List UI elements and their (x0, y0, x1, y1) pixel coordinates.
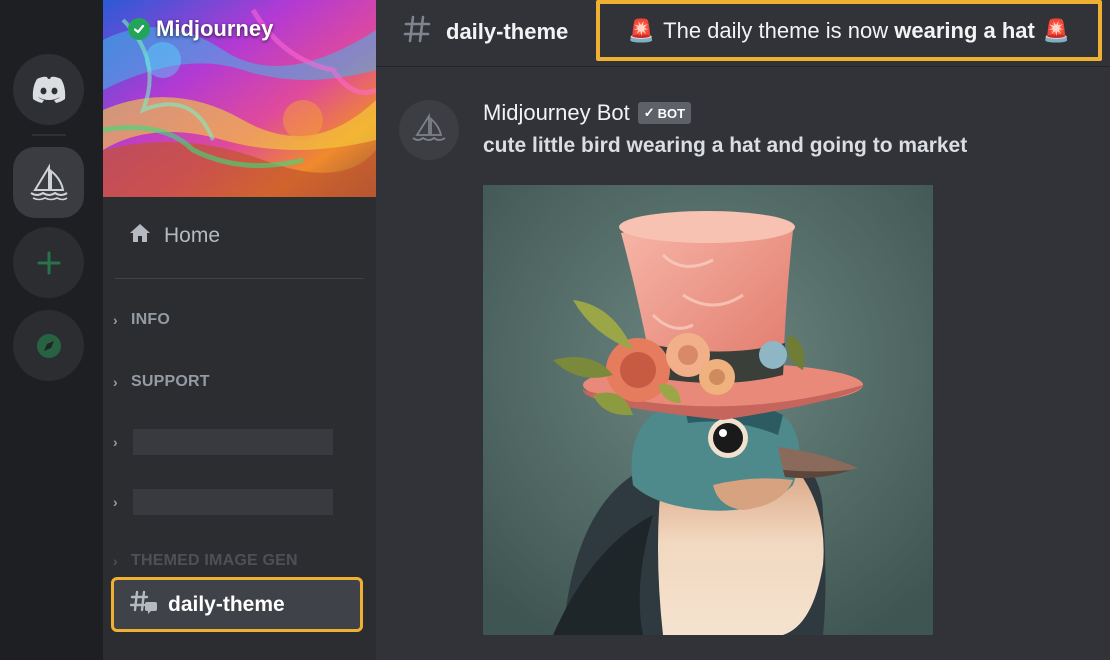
redacted-label (133, 489, 333, 515)
server-name-label: Midjourney (156, 16, 274, 41)
message-header: Midjourney Bot ✓ BOT (483, 100, 692, 126)
chevron-right-icon: › (113, 312, 118, 328)
server-banner: Midjourney (103, 0, 376, 197)
category-label: SUPPORT (131, 373, 210, 390)
add-server-icon[interactable] (13, 227, 84, 298)
bot-tag: ✓ BOT (637, 102, 692, 124)
chevron-right-icon: › (113, 553, 118, 569)
text-channel-thread-icon (129, 589, 158, 621)
server-rail (0, 0, 103, 660)
category-themed-image-gen[interactable]: › THEMED IMAGE GEN (113, 552, 298, 570)
explore-servers-icon[interactable] (13, 310, 84, 381)
server-name[interactable]: Midjourney (128, 16, 273, 42)
topic-prefix: The daily theme is now (663, 17, 889, 43)
message: Midjourney Bot ✓ BOT cute little bird we… (376, 67, 1110, 660)
header-channel-name: daily-theme (402, 14, 568, 50)
chevron-right-icon: › (113, 434, 118, 450)
channel-label: daily-theme (168, 592, 285, 616)
siren-emoji-icon: 🚨 (1042, 17, 1071, 43)
channel-item-daily-theme[interactable]: daily-theme (111, 577, 363, 632)
verified-check-icon (128, 18, 150, 40)
sidebar-item-home[interactable]: Home (128, 222, 220, 250)
category-redacted[interactable]: › (113, 429, 333, 455)
message-text: cute little bird wearing a hat and going… (483, 134, 968, 157)
bot-tag-label: BOT (657, 105, 686, 121)
generated-image[interactable] (483, 185, 933, 635)
channel-header: daily-theme 🚨 The daily theme is now wea… (376, 0, 1110, 67)
checkmark-icon: ✓ (643, 105, 655, 120)
author-name[interactable]: Midjourney Bot (483, 100, 630, 126)
channel-topic[interactable]: 🚨 The daily theme is now wearing a hat 🚨 (596, 0, 1102, 61)
avatar[interactable] (399, 100, 459, 160)
chevron-right-icon: › (113, 374, 118, 390)
category-info[interactable]: › INFO (113, 311, 170, 329)
topic-emphasis: wearing a hat (894, 17, 1035, 43)
channel-sidebar: Midjourney Home › INFO › SUPPORT › › › T… (103, 0, 376, 660)
header-channel-label: daily-theme (446, 19, 569, 44)
category-support[interactable]: › SUPPORT (113, 373, 210, 391)
discord-logo-icon[interactable] (13, 54, 84, 125)
sidebar-divider (115, 278, 364, 279)
category-redacted[interactable]: › (113, 489, 333, 515)
category-label: THEMED IMAGE GEN (131, 552, 298, 569)
midjourney-server-icon[interactable] (13, 147, 84, 218)
home-icon (128, 222, 152, 250)
home-label: Home (164, 224, 221, 247)
rail-divider (32, 134, 66, 136)
hashtag-icon (402, 14, 432, 50)
chevron-right-icon: › (113, 494, 118, 510)
siren-emoji-icon: 🚨 (627, 17, 656, 43)
redacted-label (133, 429, 333, 455)
topic-text: The daily theme is now wearing a hat (663, 18, 1035, 44)
category-label: INFO (131, 311, 171, 328)
